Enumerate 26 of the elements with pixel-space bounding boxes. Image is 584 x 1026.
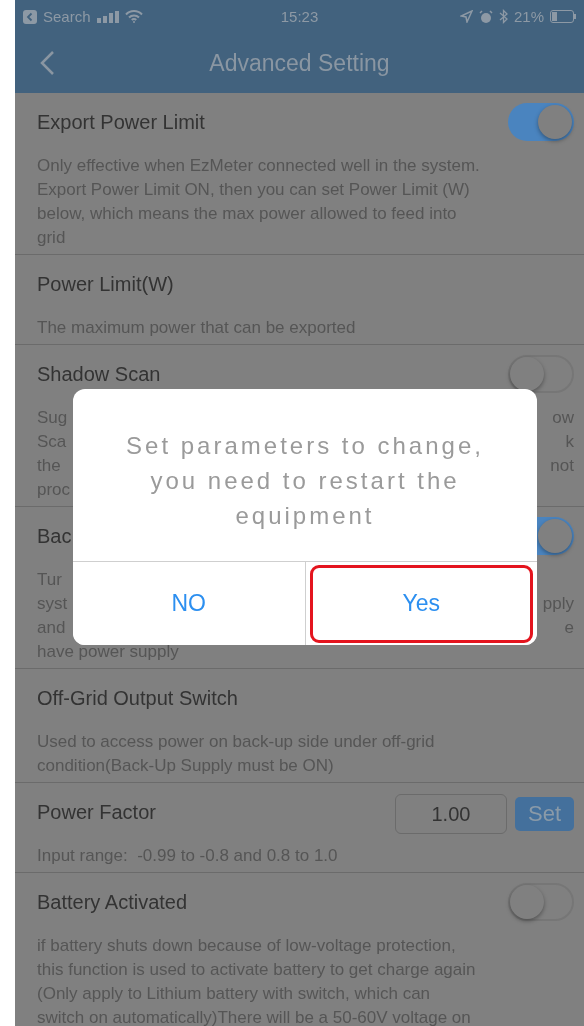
clock-time: 15:23 bbox=[280, 8, 319, 25]
bluetooth-icon bbox=[498, 9, 508, 24]
dialog-message: Set parameters to change, you need to restart the equipment bbox=[125, 430, 485, 531]
battery-icon bbox=[550, 10, 576, 23]
battery-percent: 21% bbox=[513, 8, 544, 25]
screen-title: Advanced Setting bbox=[209, 49, 390, 77]
setting-title: Shadow Scan bbox=[37, 362, 161, 386]
back-app-icon[interactable] bbox=[23, 9, 37, 24]
toggle-switch[interactable] bbox=[508, 103, 574, 141]
dialog-button[interactable]: Yes bbox=[304, 562, 537, 645]
wifi-icon bbox=[124, 10, 143, 23]
setting-title: Power Factor bbox=[37, 800, 156, 824]
set-button[interactable]: Set bbox=[514, 797, 574, 831]
alarm-clock-icon bbox=[478, 9, 493, 24]
setting-title: Off-Grid Output Switch bbox=[37, 686, 238, 710]
setting-title: Power Limit(W) bbox=[37, 272, 174, 296]
location-arrow-icon bbox=[459, 10, 473, 23]
setting-title: Export Power Limit bbox=[37, 110, 205, 134]
setting-title: Bac bbox=[37, 524, 72, 548]
power-factor-input[interactable]: 1.00 bbox=[394, 794, 507, 834]
back-chevron-icon[interactable] bbox=[39, 50, 55, 76]
toggle-switch[interactable] bbox=[508, 355, 574, 393]
signal-icon bbox=[96, 10, 119, 23]
toggle-switch[interactable] bbox=[508, 883, 574, 921]
back-app-label[interactable]: Search bbox=[43, 8, 91, 25]
setting-title: Battery Activated bbox=[37, 890, 188, 914]
